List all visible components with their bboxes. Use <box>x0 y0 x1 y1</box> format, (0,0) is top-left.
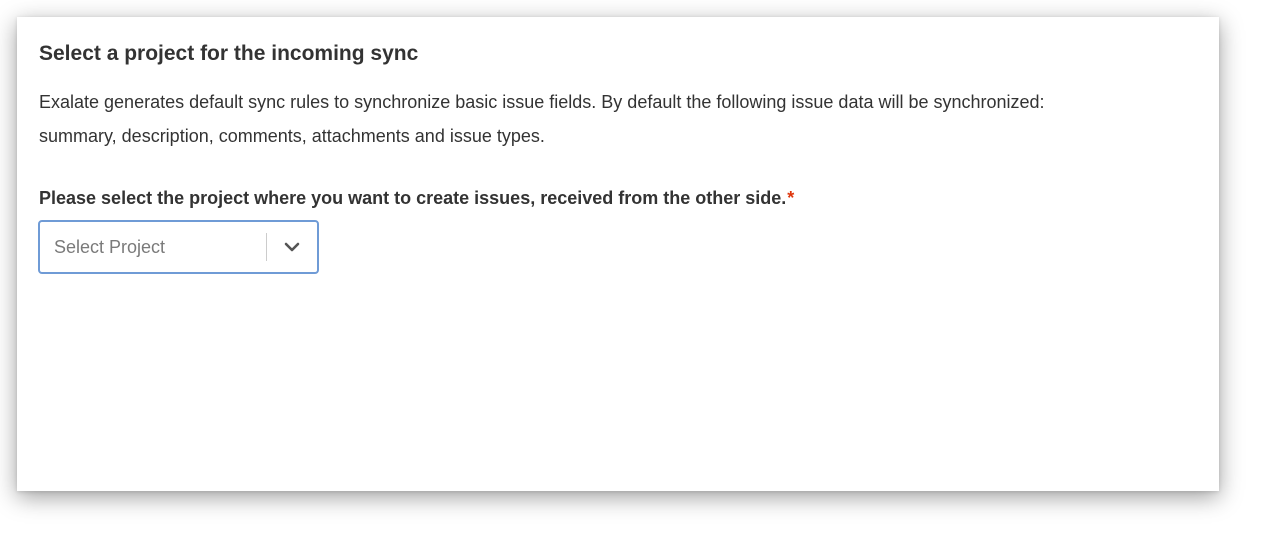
project-select-placeholder: Select Project <box>54 236 166 257</box>
description-line-2: summary, description, comments, attachme… <box>39 126 545 146</box>
project-select[interactable]: Select Project <box>38 220 319 274</box>
panel-description: Exalate generates default sync rules to … <box>39 85 1189 153</box>
project-field-label: Please select the project where you want… <box>39 188 794 209</box>
description-line-1: Exalate generates default sync rules to … <box>39 92 1045 112</box>
panel-title: Select a project for the incoming sync <box>39 42 419 65</box>
required-marker: * <box>787 188 795 208</box>
incoming-sync-panel: Select a project for the incoming sync E… <box>17 17 1219 491</box>
project-field-label-text: Please select the project where you want… <box>39 188 787 208</box>
chevron-down-icon[interactable] <box>267 222 317 272</box>
